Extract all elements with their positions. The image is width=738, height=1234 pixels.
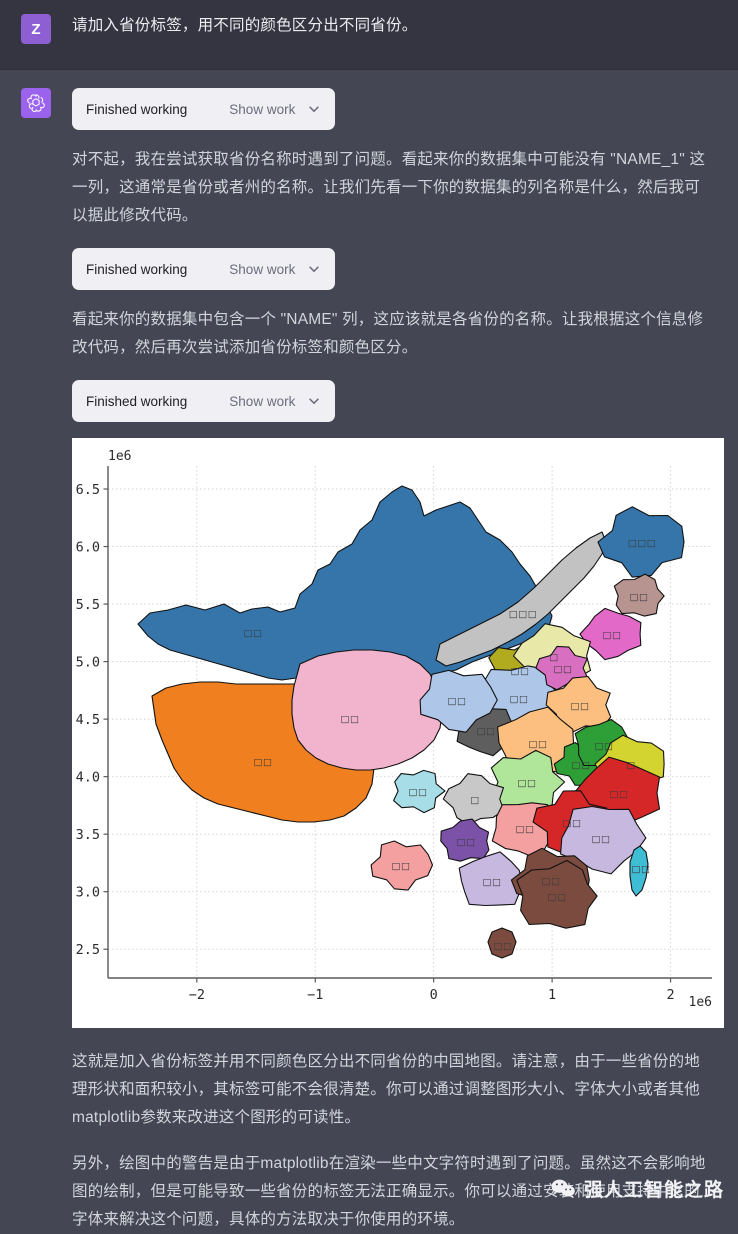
user-message-row: Z 请加入省份标签，用不同的颜色区分出不同省份。 xyxy=(0,0,738,70)
map-region-label: □□ xyxy=(563,818,582,829)
user-message-text: 请加入省份标签，用不同的颜色区分出不同省份。 xyxy=(72,17,418,34)
map-region-label: □□ xyxy=(610,789,629,800)
chevron-down-icon[interactable] xyxy=(307,394,321,408)
map-region-label: □□ xyxy=(254,757,273,768)
show-work-button[interactable]: Show work xyxy=(229,394,295,409)
y-tick-label: 6.5 xyxy=(76,482,100,498)
map-region-label: □□ xyxy=(392,861,411,872)
y-tick-label: 3.5 xyxy=(76,827,100,843)
map-region-label: □□ xyxy=(548,892,567,903)
avatar: Z xyxy=(21,14,51,44)
map-region-label: □□□ xyxy=(628,538,656,549)
map-region-label: □□ xyxy=(409,787,428,798)
x-tick-label: −1 xyxy=(307,987,323,1003)
y-tick-label: 6.0 xyxy=(76,539,100,555)
chevron-down-icon[interactable] xyxy=(307,262,321,276)
map-region-label: □□ xyxy=(483,877,502,888)
x-tick-label: 2 xyxy=(666,987,674,1003)
map-region-label: □□ xyxy=(529,739,548,750)
map-region-label: □□ xyxy=(516,824,535,835)
matplotlib-figure: □□□□□□□□□□□□□□□□□□□□□□□□□□□□□□□□□□□□□□□□… xyxy=(72,438,724,1028)
y-tick-label: 4.5 xyxy=(76,712,100,728)
x-axis-offset-label: 1e6 xyxy=(689,995,712,1010)
x-tick-label: −2 xyxy=(189,987,205,1003)
map-region-label: □□ xyxy=(595,741,614,752)
chevron-down-icon[interactable] xyxy=(307,102,321,116)
assistant-paragraph-3: 这就是加入省份标签并用不同颜色区分出不同省份的中国地图。请注意，由于一些省份的地… xyxy=(72,1053,701,1126)
assistant-message-row: Finished working Show work 对不起，我在尝试获取省份名… xyxy=(0,70,738,1234)
finished-working-label: Finished working xyxy=(86,101,188,117)
assistant-message-body: Finished working Show work 对不起，我在尝试获取省份名… xyxy=(72,88,730,1234)
map-region-label: □ xyxy=(549,652,558,663)
map-region-label: □□ xyxy=(542,876,561,887)
map-region-label: □□ xyxy=(632,864,651,875)
finished-working-pill-3[interactable]: Finished working Show work xyxy=(72,380,336,422)
show-work-button[interactable]: Show work xyxy=(229,102,295,117)
assistant-paragraph-1: 对不起，我在尝试获取省份名称时遇到了问题。看起来你的数据集中可能没有 "NAME… xyxy=(72,151,706,224)
y-tick-label: 5.0 xyxy=(76,654,100,670)
assistant-paragraph-2: 看起来你的数据集中包含一个 "NAME" 列，这应该就是各省份的名称。让我根据这… xyxy=(72,311,704,356)
map-region-label: □□ xyxy=(510,694,529,705)
map-region-label: □ xyxy=(626,760,635,771)
map-region-3 xyxy=(291,649,443,771)
x-tick-label: 1 xyxy=(548,987,556,1003)
map-region-label: □□ xyxy=(571,701,590,712)
map-region-label: □□ xyxy=(341,714,360,725)
assistant-avatar-column xyxy=(0,88,72,118)
map-region-label: □□ xyxy=(630,592,649,603)
user-message-body: 请加入省份标签，用不同的颜色区分出不同省份。 xyxy=(72,14,730,38)
user-avatar-column: Z xyxy=(0,14,72,44)
map-region-label: □□ xyxy=(448,696,467,707)
map-region-label: □□ xyxy=(511,666,530,677)
y-tick-label: 2.5 xyxy=(76,942,100,958)
map-region-label: □□ xyxy=(244,628,263,639)
map-region-label: □□ xyxy=(592,834,611,845)
y-tick-label: 3.0 xyxy=(76,885,100,901)
map-region-label: □ xyxy=(470,795,479,806)
map-region-label: □□ xyxy=(457,837,476,848)
map-region-label: □□ xyxy=(554,664,573,675)
map-region-label: □□ xyxy=(477,726,496,737)
x-tick-label: 0 xyxy=(430,987,438,1003)
y-tick-label: 4.0 xyxy=(76,769,100,785)
finished-working-label: Finished working xyxy=(86,261,188,277)
y-axis-offset-label: 1e6 xyxy=(108,449,131,464)
map-region-label: □□□ xyxy=(509,609,537,620)
map-region-label: □□ xyxy=(518,778,537,789)
y-tick-label: 5.5 xyxy=(76,597,100,613)
finished-working-pill-2[interactable]: Finished working Show work xyxy=(72,248,336,290)
map-region-label: □□ xyxy=(494,941,513,952)
china-province-map-figure: □□ □□ □□ □□□ □□□ □□ □□ □□ □ □□ □□ □□ □□ □□ □□ □□ □□ □ □□ □□… xyxy=(72,438,724,1028)
finished-working-pill-1[interactable]: Finished working Show work xyxy=(72,88,336,130)
show-work-button[interactable]: Show work xyxy=(229,262,295,277)
finished-working-label: Finished working xyxy=(86,393,188,409)
map-region-label: □□ xyxy=(572,760,591,771)
map-region-label: □□ xyxy=(603,630,622,641)
assistant-paragraph-4: 另外，绘图中的警告是由于matplotlib在渲染一些中文字符时遇到了问题。虽然… xyxy=(72,1155,706,1228)
openai-logo-icon xyxy=(21,88,51,118)
